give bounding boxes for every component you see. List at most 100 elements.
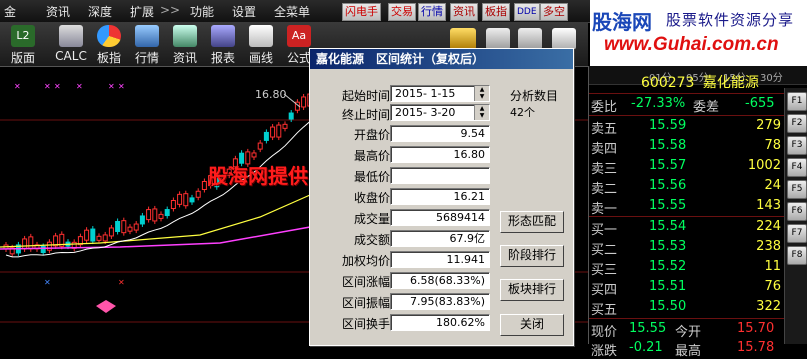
- candle-body: [257, 142, 263, 150]
- signal-marker: ✕: [118, 82, 125, 91]
- toolbar-draw-line-button[interactable]: 画线: [244, 24, 278, 65]
- quick-trade-button[interactable]: 交易: [388, 3, 416, 21]
- buy-row: 买五 15.50 322: [589, 297, 785, 318]
- buy-level-label: 买三: [591, 263, 618, 278]
- weicha-value: -655: [745, 96, 775, 111]
- buy-volume: 11: [764, 259, 781, 274]
- quick-longshort-button[interactable]: 多空: [540, 3, 568, 21]
- quick-news-button[interactable]: 资讯: [450, 3, 478, 21]
- report-icon: [211, 25, 235, 47]
- candle-body: [288, 112, 294, 120]
- layout-icon: L2: [11, 25, 35, 47]
- signal-marker: ✕: [14, 82, 21, 91]
- toolbar-quotes-button[interactable]: 行情: [130, 24, 164, 65]
- sell-level-label: 卖五: [591, 122, 618, 137]
- toolbar-layout-button[interactable]: L2 版面: [6, 24, 40, 65]
- turnover-amount-value: 67.9亿: [390, 230, 490, 247]
- sell-price: 15.56: [649, 178, 687, 193]
- candle-body: [251, 152, 257, 158]
- interval-stats-dialog: 嘉化能源 区间统计（复权后） 起始时间 2015- 1-15 ▲ ▼ 分析数目 终…: [309, 48, 574, 346]
- candle-body: [84, 229, 90, 241]
- menu-more-arrow[interactable]: >>: [160, 3, 180, 17]
- close-price-label: 收盘价: [353, 191, 390, 205]
- toolbar-calc-button[interactable]: CALC: [54, 24, 88, 64]
- stock-code: 600273: [641, 75, 695, 91]
- candle-body: [90, 228, 96, 242]
- toolbar-sector-index-button[interactable]: 板指: [92, 24, 126, 65]
- side-tool-icon[interactable]: F5: [787, 180, 807, 199]
- high-price-stat-label: 最高价: [353, 149, 390, 163]
- candle-body: [263, 131, 269, 141]
- side-tool-icon[interactable]: F1: [787, 92, 807, 111]
- sell-row: 卖四 15.58 78: [589, 136, 785, 157]
- quotes-icon: [135, 25, 159, 47]
- buy-volume: 224: [756, 219, 781, 234]
- clipboard-icon[interactable]: [552, 28, 576, 50]
- menu-item-news[interactable]: 资讯: [46, 3, 70, 20]
- menu-item-functions[interactable]: 功能: [190, 3, 214, 20]
- buy-row: 买四 15.51 76: [589, 277, 785, 298]
- side-tool-icon[interactable]: F4: [787, 158, 807, 177]
- current-price-value: 15.55: [629, 321, 667, 336]
- start-time-spinner[interactable]: ▲ ▼: [474, 86, 489, 101]
- grid-icon[interactable]: [518, 28, 542, 50]
- high-value: 15.78: [737, 340, 775, 355]
- logo-name: 股海网: [592, 10, 652, 34]
- document-icon[interactable]: [486, 28, 510, 50]
- menu-item-settings[interactable]: 设置: [232, 3, 256, 20]
- interval-turnover-value: 180.62%: [390, 314, 490, 331]
- side-tool-icon[interactable]: F7: [787, 224, 807, 243]
- end-time-spinner[interactable]: ▲ ▼: [474, 105, 489, 120]
- menu-item-extend[interactable]: 扩展: [130, 3, 154, 20]
- buy-level-label: 买四: [591, 283, 618, 298]
- weibi-label: 委比: [591, 100, 618, 115]
- interval-amplitude-label: 区间振幅: [341, 296, 390, 310]
- sector-ranking-button[interactable]: 板块排行: [500, 279, 564, 301]
- side-tool-icon[interactable]: F2: [787, 114, 807, 133]
- side-tool-icon[interactable]: F8: [787, 246, 807, 265]
- pattern-match-button[interactable]: 形态匹配: [500, 211, 564, 233]
- side-tool-icon[interactable]: F6: [787, 202, 807, 221]
- coins-icon[interactable]: [450, 28, 476, 50]
- menu-item-all[interactable]: 全菜单: [274, 3, 310, 20]
- quick-sector-button[interactable]: 板指: [482, 3, 510, 21]
- menu-item-depth[interactable]: 深度: [88, 3, 112, 20]
- change-value: -0.21: [629, 340, 663, 355]
- weibi-row: 委比 -27.33% 委差 -655: [589, 94, 785, 115]
- quick-dde-button[interactable]: DDE: [514, 3, 540, 21]
- toolbar-news-button[interactable]: 资讯: [168, 24, 202, 65]
- candle-body: [164, 209, 170, 217]
- low-price-value: [390, 167, 490, 184]
- candle-body: [183, 193, 189, 207]
- buy-price: 15.52: [649, 259, 687, 274]
- end-time-field[interactable]: 2015- 3-20 ▲ ▼: [390, 104, 490, 121]
- buy-level-label: 买五: [591, 303, 618, 318]
- stage-ranking-button[interactable]: 阶段排行: [500, 245, 564, 267]
- toolbar-report-button[interactable]: 报表: [206, 24, 240, 65]
- quick-quotes-button[interactable]: 行情: [418, 3, 446, 21]
- interval-amplitude-value: 7.95(83.83%): [390, 293, 490, 310]
- sell-volume: 143: [756, 198, 781, 213]
- signal-marker: ✕: [44, 82, 51, 91]
- order-book-panel: 01分 05分 15分 30分 600273 嘉化能源 委比 -27.33% 委…: [588, 66, 807, 359]
- right-tool-sidebar: F1 F2 F3 F4 F5 F6 F7 F8: [784, 88, 807, 344]
- tab-30min[interactable]: 30分: [760, 69, 783, 84]
- start-time-field[interactable]: 2015- 1-15 ▲ ▼: [390, 85, 490, 102]
- open-price-value: 9.54: [390, 125, 490, 142]
- menu-item-gold[interactable]: 金: [4, 3, 16, 20]
- today-open-value: 15.70: [737, 321, 775, 336]
- candle-body: [40, 246, 46, 254]
- quick-flash-trade-button[interactable]: 闪电手: [342, 3, 381, 21]
- close-button[interactable]: 关闭: [500, 314, 564, 336]
- buy-price: 15.51: [649, 279, 687, 294]
- end-time-label: 终止时间: [341, 108, 390, 122]
- weighted-avg-value: 11.941: [390, 251, 490, 268]
- side-tool-icon[interactable]: F3: [787, 136, 807, 155]
- dialog-title: 嘉化能源 区间统计（复权后）: [310, 49, 573, 69]
- open-price-label: 开盘价: [353, 128, 390, 142]
- candle-body: [139, 215, 145, 225]
- interval-change-value: 6.58(68.33%): [390, 272, 490, 289]
- candle-body: [158, 213, 164, 219]
- sell-row: 卖二 15.56 24: [589, 176, 785, 197]
- start-time-label: 起始时间: [341, 89, 390, 103]
